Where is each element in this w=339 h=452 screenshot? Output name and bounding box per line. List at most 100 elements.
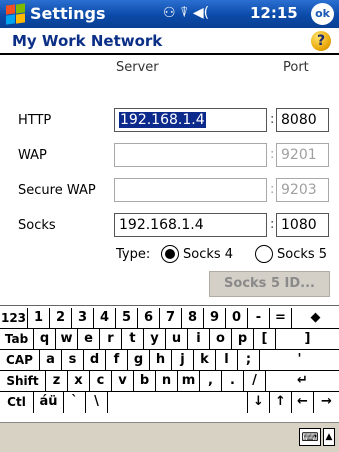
down-arrow-key[interactable]: ↓ bbox=[248, 392, 270, 413]
key-0[interactable]: 0 bbox=[226, 308, 248, 329]
secure-wap-port-input[interactable]: 9203 bbox=[276, 178, 329, 202]
http-server-input[interactable]: 192.168.1.4 bbox=[114, 108, 267, 132]
header-divider bbox=[0, 53, 339, 55]
key-backslash[interactable]: \ bbox=[86, 392, 108, 413]
key-g[interactable]: g bbox=[128, 350, 150, 371]
space-key[interactable] bbox=[108, 392, 248, 413]
shift-key[interactable]: Shift bbox=[0, 371, 46, 392]
socks-label: Socks bbox=[18, 218, 56, 233]
key-a[interactable]: a bbox=[40, 350, 62, 371]
socks5-label[interactable]: Socks 5 bbox=[277, 247, 327, 262]
key-u[interactable]: u bbox=[166, 329, 188, 350]
socks-port-colon: : bbox=[270, 217, 275, 232]
key-j[interactable]: j bbox=[172, 350, 194, 371]
key-x[interactable]: x bbox=[68, 371, 90, 392]
page-header: My Work Network ? bbox=[0, 28, 339, 53]
key-123[interactable]: 123 bbox=[0, 308, 28, 329]
key-n[interactable]: n bbox=[156, 371, 178, 392]
socks5-radio[interactable] bbox=[255, 245, 273, 263]
key-e[interactable]: e bbox=[78, 329, 100, 350]
key-backtick[interactable]: ` bbox=[64, 392, 86, 413]
menu-bar: ⌨ ▲ bbox=[0, 422, 339, 452]
key-q[interactable]: q bbox=[34, 329, 56, 350]
key-5[interactable]: 5 bbox=[116, 308, 138, 329]
socks4-label[interactable]: Socks 4 bbox=[183, 247, 233, 262]
tab-key[interactable]: Tab bbox=[0, 329, 34, 350]
up-arrow-key[interactable]: ↑ bbox=[270, 392, 292, 413]
key-h[interactable]: h bbox=[150, 350, 172, 371]
app-title[interactable]: Settings bbox=[30, 4, 106, 23]
key-m[interactable]: m bbox=[178, 371, 200, 392]
socks4-radio[interactable] bbox=[161, 245, 179, 263]
backspace-key[interactable]: ◆ bbox=[292, 308, 339, 329]
key-6[interactable]: 6 bbox=[138, 308, 160, 329]
key-7[interactable]: 7 bbox=[160, 308, 182, 329]
help-icon[interactable]: ? bbox=[311, 31, 331, 51]
key-o[interactable]: o bbox=[210, 329, 232, 350]
key-4[interactable]: 4 bbox=[94, 308, 116, 329]
key-8[interactable]: 8 bbox=[182, 308, 204, 329]
wap-port-input[interactable]: 9201 bbox=[276, 143, 329, 167]
keyboard-row-5: Ctl áü ` \ ↓ ↑ ← → bbox=[0, 392, 339, 413]
accent-key[interactable]: áü bbox=[34, 392, 64, 413]
windows-start-icon[interactable] bbox=[4, 3, 26, 25]
key-l[interactable]: l bbox=[216, 350, 238, 371]
http-port-input[interactable]: 8080 bbox=[276, 108, 329, 132]
socks5-id-button[interactable]: Socks 5 ID... bbox=[209, 271, 330, 297]
key-period[interactable]: . bbox=[222, 371, 244, 392]
key-y[interactable]: y bbox=[144, 329, 166, 350]
ctrl-key[interactable]: Ctl bbox=[0, 392, 34, 413]
key-r[interactable]: r bbox=[100, 329, 122, 350]
keyboard-row-2: Tab q w e r t y u i o p [ ] bbox=[0, 329, 339, 350]
server-column-header: Server bbox=[116, 60, 159, 75]
key-z[interactable]: z bbox=[46, 371, 68, 392]
port-column-header: Port bbox=[283, 60, 309, 75]
key-t[interactable]: t bbox=[122, 329, 144, 350]
key-left-bracket[interactable]: [ bbox=[254, 329, 276, 350]
caps-lock-key[interactable]: CAP bbox=[0, 350, 40, 371]
left-arrow-key[interactable]: ← bbox=[292, 392, 314, 413]
ok-button[interactable]: ok bbox=[311, 3, 334, 25]
key-k[interactable]: k bbox=[194, 350, 216, 371]
key-f[interactable]: f bbox=[106, 350, 128, 371]
socks-server-input[interactable]: 192.168.1.4 bbox=[114, 213, 267, 237]
key-apostrophe[interactable]: ' bbox=[260, 350, 339, 371]
soft-keyboard: 123 1 2 3 4 5 6 7 8 9 0 - = ◆ Tab q w e … bbox=[0, 305, 339, 422]
right-arrow-key[interactable]: → bbox=[314, 392, 339, 413]
key-9[interactable]: 9 bbox=[204, 308, 226, 329]
title-bar: Settings ⚇ ⍒ ◀( 12:15 ok bbox=[0, 0, 339, 28]
key-b[interactable]: b bbox=[134, 371, 156, 392]
keyboard-row-4: Shift z x c v b n m , . / ↵ bbox=[0, 371, 339, 392]
key-i[interactable]: i bbox=[188, 329, 210, 350]
key-equals[interactable]: = bbox=[270, 308, 292, 329]
key-slash[interactable]: / bbox=[244, 371, 266, 392]
key-right-bracket[interactable]: ] bbox=[276, 329, 339, 350]
wap-server-input[interactable] bbox=[114, 143, 267, 167]
clock[interactable]: 12:15 bbox=[250, 4, 298, 22]
keyboard-icon[interactable]: ⌨ bbox=[299, 428, 321, 446]
secure-wap-server-input[interactable] bbox=[114, 178, 267, 202]
connectivity-signal-volume-icons[interactable]: ⚇ ⍒ ◀( bbox=[163, 5, 209, 21]
input-selector-arrow-icon[interactable]: ▲ bbox=[323, 428, 335, 446]
key-w[interactable]: w bbox=[56, 329, 78, 350]
keyboard-row-1: 123 1 2 3 4 5 6 7 8 9 0 - = ◆ bbox=[0, 308, 339, 329]
key-1[interactable]: 1 bbox=[28, 308, 50, 329]
key-2[interactable]: 2 bbox=[50, 308, 72, 329]
secure-wap-label: Secure WAP bbox=[18, 183, 96, 198]
key-c[interactable]: c bbox=[90, 371, 112, 392]
key-v[interactable]: v bbox=[112, 371, 134, 392]
http-server-selected-text: 192.168.1.4 bbox=[119, 112, 206, 128]
socks-port-input[interactable]: 1080 bbox=[276, 213, 329, 237]
key-d[interactable]: d bbox=[84, 350, 106, 371]
key-minus[interactable]: - bbox=[248, 308, 270, 329]
enter-key[interactable]: ↵ bbox=[266, 371, 339, 392]
key-p[interactable]: p bbox=[232, 329, 254, 350]
key-comma[interactable]: , bbox=[200, 371, 222, 392]
keyboard-row-3: CAP a s d f g h j k l ; ' bbox=[0, 350, 339, 371]
page-title: My Work Network bbox=[12, 32, 163, 50]
key-semicolon[interactable]: ; bbox=[238, 350, 260, 371]
http-port-colon: : bbox=[270, 112, 275, 127]
key-3[interactable]: 3 bbox=[72, 308, 94, 329]
key-s[interactable]: s bbox=[62, 350, 84, 371]
socks-type-label: Type: bbox=[116, 247, 151, 262]
